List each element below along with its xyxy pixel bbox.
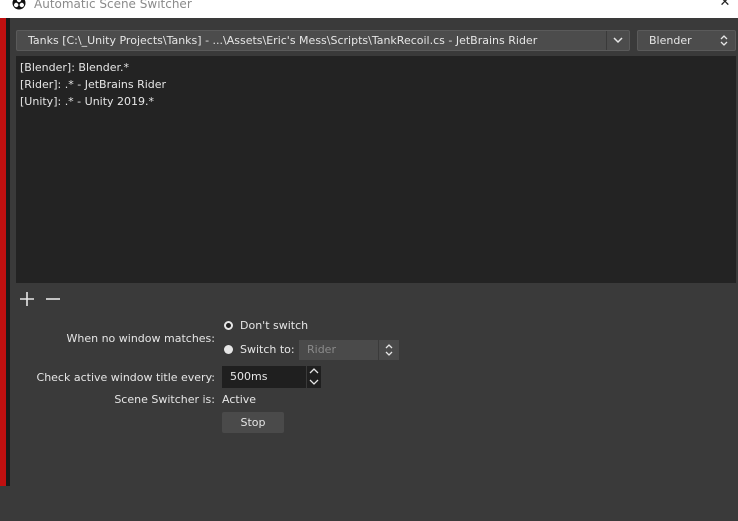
interval-spin-buttons[interactable] bbox=[307, 366, 321, 388]
interval-label: Check active window title every: bbox=[36, 371, 215, 384]
rules-list[interactable]: [Blender]: Blender.* [Rider]: .* - JetBr… bbox=[16, 56, 736, 283]
window-title: Automatic Scene Switcher bbox=[34, 0, 192, 11]
title-bar: Automatic Scene Switcher ✕ bbox=[0, 0, 738, 18]
status-value: Active bbox=[222, 393, 257, 406]
interval-value: 500ms bbox=[230, 370, 268, 383]
list-item[interactable]: [Rider]: .* - JetBrains Rider bbox=[20, 76, 732, 93]
obs-logo-icon bbox=[12, 0, 26, 10]
minus-icon bbox=[46, 298, 60, 300]
chevron-down-icon[interactable] bbox=[606, 31, 629, 50]
add-button[interactable] bbox=[18, 290, 36, 308]
stop-button[interactable]: Stop bbox=[222, 412, 284, 433]
dont-switch-label[interactable]: Don't switch bbox=[240, 319, 308, 332]
plus-icon bbox=[20, 292, 34, 306]
switch-scene-value: Rider bbox=[307, 343, 336, 356]
interval-input[interactable]: 500ms bbox=[222, 366, 306, 388]
close-icon[interactable]: ✕ bbox=[718, 0, 732, 10]
dont-switch-radio[interactable] bbox=[224, 321, 233, 330]
window-select-value: Tanks [C:\_Unity Projects\Tanks] - ...\A… bbox=[28, 34, 538, 47]
switch-to-radio[interactable] bbox=[224, 345, 233, 354]
updown-arrows-icon[interactable] bbox=[378, 340, 399, 360]
window-select[interactable]: Tanks [C:\_Unity Projects\Tanks] - ...\A… bbox=[16, 30, 630, 51]
scene-select[interactable]: Blender bbox=[637, 30, 736, 51]
switch-scene-select[interactable]: Rider bbox=[299, 340, 399, 360]
background-window-shadow bbox=[6, 18, 10, 486]
no-match-label: When no window matches: bbox=[66, 332, 215, 345]
updown-arrows-icon[interactable] bbox=[713, 31, 735, 50]
scene-select-value: Blender bbox=[649, 34, 692, 47]
updown-arrows-icon bbox=[307, 366, 321, 388]
status-label: Scene Switcher is: bbox=[114, 393, 215, 406]
switch-to-label[interactable]: Switch to: bbox=[240, 343, 295, 356]
list-item[interactable]: [Unity]: .* - Unity 2019.* bbox=[20, 93, 732, 110]
list-item[interactable]: [Blender]: Blender.* bbox=[20, 59, 732, 76]
remove-button[interactable] bbox=[44, 290, 62, 308]
